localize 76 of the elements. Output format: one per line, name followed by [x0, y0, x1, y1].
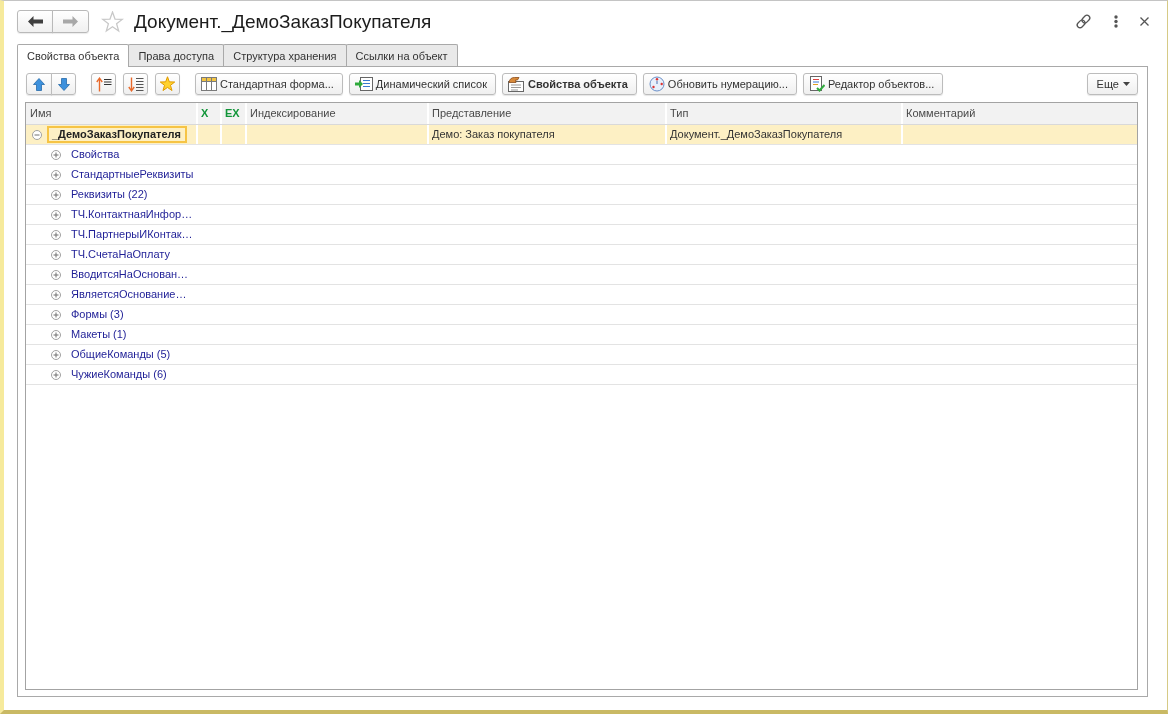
- collapse-icon[interactable]: [32, 129, 42, 140]
- table-cell: Документ._ДемоЗаказПокупателя: [665, 125, 901, 144]
- toolbar-button[interactable]: Свойства объекта: [502, 73, 637, 95]
- more-button[interactable]: Еще: [1086, 73, 1138, 95]
- table-row[interactable]: ЧужиеКоманды (6): [26, 365, 1137, 385]
- sort-ascending-icon: [95, 76, 112, 92]
- expand-icon[interactable]: [51, 249, 61, 260]
- table-row[interactable]: ТЧ.КонтактнаяИнфор…: [26, 205, 1137, 225]
- tab[interactable]: Структура хранения: [223, 44, 347, 66]
- tree-item[interactable]: Макеты (1): [66, 326, 133, 343]
- close-icon[interactable]: [1140, 17, 1149, 26]
- arrow-up-icon: [33, 77, 45, 91]
- expand-icon[interactable]: [51, 169, 61, 180]
- table-row[interactable]: ТЧ.ПартнерыИКонтак…: [26, 225, 1137, 245]
- arrow-down-icon: [57, 77, 70, 91]
- expand-icon[interactable]: [51, 349, 61, 360]
- arrow-right-icon: [63, 16, 78, 27]
- tree-item[interactable]: Свойства: [66, 146, 126, 163]
- table-row[interactable]: ОбщиеКоманды (5): [26, 345, 1137, 365]
- sort-descending-icon: [127, 76, 144, 92]
- toolbar-button[interactable]: Динамический список: [348, 73, 496, 95]
- table-row[interactable]: СтандартныеРеквизиты: [26, 165, 1137, 185]
- expand-icon[interactable]: [51, 309, 61, 320]
- tree-item[interactable]: Формы (3): [66, 306, 130, 323]
- table-row[interactable]: ТЧ.СчетаНаОплату: [26, 245, 1137, 265]
- table-icon: [201, 77, 217, 91]
- table-row[interactable]: Свойства: [26, 145, 1137, 165]
- tree-item[interactable]: ТЧ.КонтактнаяИнфор…: [66, 206, 199, 223]
- tree-item[interactable]: ЯвляетсяОснование…: [66, 286, 193, 303]
- arrow-left-icon: [27, 16, 43, 27]
- expand-icon[interactable]: [51, 269, 61, 280]
- card-icon: [508, 76, 525, 92]
- expand-icon[interactable]: [51, 149, 61, 160]
- sort-descending-button[interactable]: [123, 73, 148, 95]
- toolbar-button[interactable]: Обновить нумерацию...: [642, 73, 797, 95]
- table-row[interactable]: Реквизиты (22): [26, 185, 1137, 205]
- expand-icon[interactable]: [51, 329, 61, 340]
- tree-item[interactable]: ТЧ.ПартнерыИКонтак…: [66, 226, 199, 243]
- expand-icon[interactable]: [51, 229, 61, 240]
- tab[interactable]: Права доступа: [128, 44, 225, 66]
- expand-icon[interactable]: [51, 209, 61, 220]
- tree-item[interactable]: ВводитсяНаОснован…: [66, 266, 195, 283]
- link-icon[interactable]: [1075, 13, 1092, 30]
- toolbar-button[interactable]: Редактор объектов...: [802, 73, 944, 95]
- move-up-button[interactable]: [26, 73, 52, 95]
- document-check-icon: [808, 75, 825, 93]
- tree-item[interactable]: Реквизиты (22): [66, 186, 154, 203]
- more-icon[interactable]: [1114, 15, 1118, 28]
- caret-icon: [1123, 82, 1130, 86]
- tree-item[interactable]: ОбщиеКоманды (5): [66, 346, 177, 363]
- tree-item[interactable]: ЧужиеКоманды (6): [66, 366, 173, 383]
- window-title: Документ._ДемоЗаказПокупателя: [134, 10, 432, 33]
- tree-item[interactable]: _ДемоЗаказПокупателя: [47, 126, 187, 143]
- star-icon[interactable]: [101, 10, 124, 33]
- table-row[interactable]: ВводитсяНаОснован…: [26, 265, 1137, 285]
- expand-icon[interactable]: [51, 289, 61, 300]
- table-row[interactable]: _ДемоЗаказПокупателя Демо: Заказ покупателя Документ._ДемоЗаказПокупателя: [26, 125, 1137, 145]
- list-icon: [354, 77, 373, 91]
- table-row[interactable]: Формы (3): [26, 305, 1137, 325]
- move-down-button[interactable]: [51, 73, 76, 95]
- tab[interactable]: Свойства объекта: [17, 44, 130, 67]
- back-button[interactable]: [17, 10, 53, 33]
- table-cell: Демо: Заказ покупателя: [427, 125, 665, 144]
- table-row[interactable]: Макеты (1): [26, 325, 1137, 345]
- sort-ascending-button[interactable]: [91, 73, 116, 95]
- tab[interactable]: Ссылки на объект: [345, 44, 458, 66]
- tree-item[interactable]: ТЧ.СчетаНаОплату: [66, 246, 176, 263]
- tree-item[interactable]: СтандартныеРеквизиты: [66, 166, 200, 183]
- expand-icon[interactable]: [51, 369, 61, 380]
- expand-icon[interactable]: [51, 189, 61, 200]
- star-icon: [159, 76, 176, 92]
- table-row[interactable]: ЯвляетсяОснование…: [26, 285, 1137, 305]
- favorites-button[interactable]: [155, 73, 180, 95]
- column-header: Имя: [29, 106, 53, 121]
- toolbar-button[interactable]: Стандартная форма...: [195, 73, 343, 95]
- dial-icon: [648, 76, 665, 92]
